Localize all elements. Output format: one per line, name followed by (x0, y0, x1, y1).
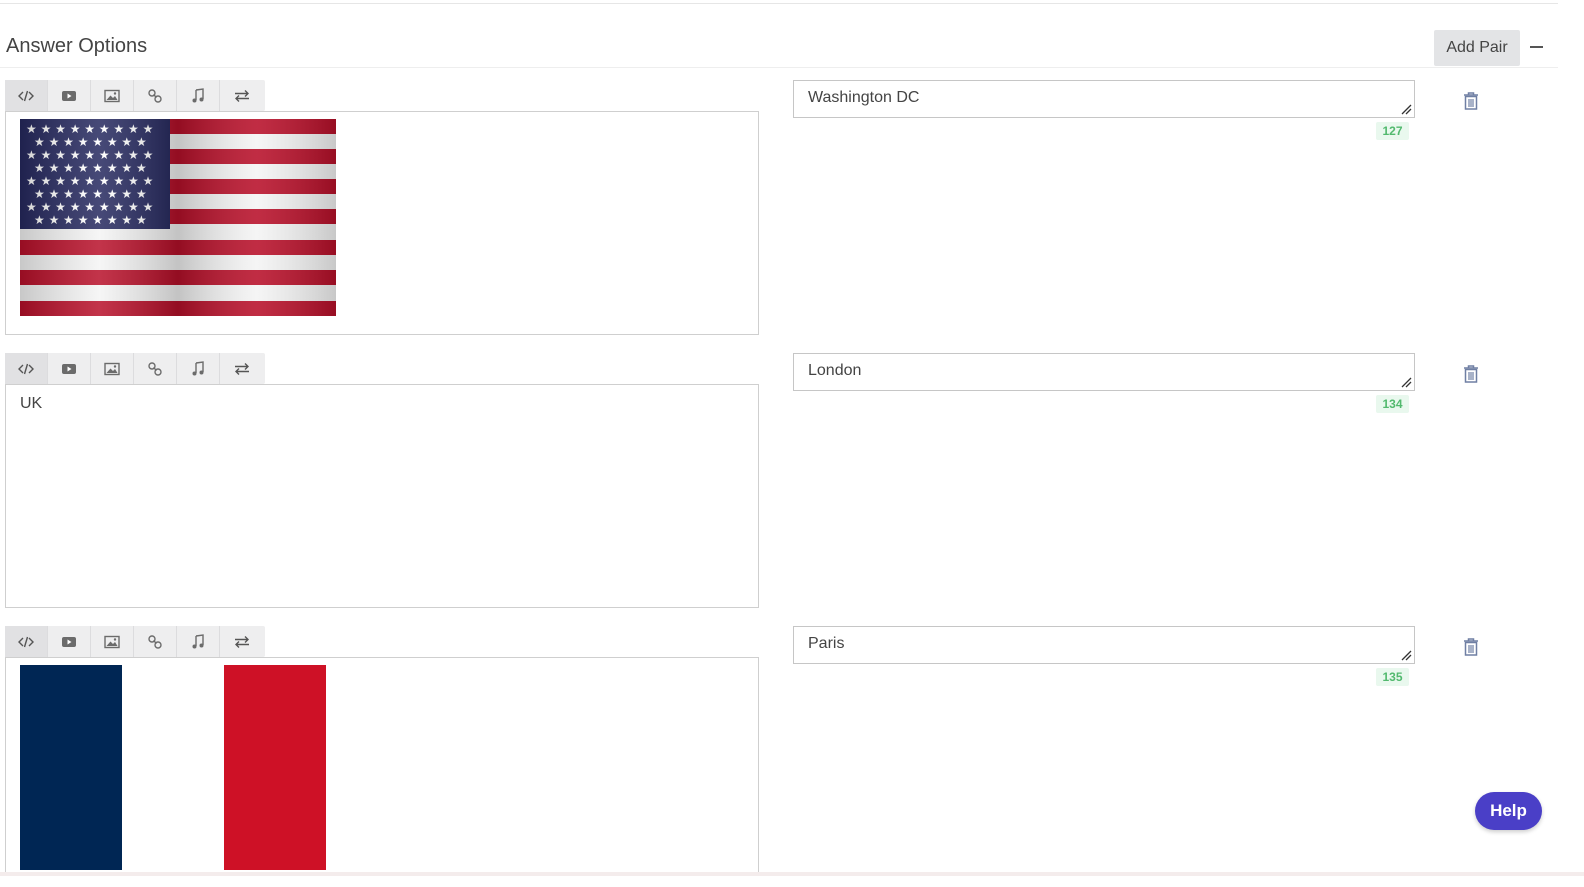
swap-icon[interactable] (220, 353, 263, 384)
link-icon[interactable] (134, 626, 177, 657)
video-icon[interactable] (48, 626, 91, 657)
image-icon[interactable] (91, 80, 134, 111)
header-divider (0, 67, 1558, 68)
audio-icon[interactable] (177, 80, 220, 111)
answer-input[interactable]: London (793, 353, 1415, 391)
image-icon[interactable] (91, 353, 134, 384)
answer-input[interactable]: Paris (793, 626, 1415, 664)
code-icon[interactable] (5, 626, 48, 657)
minus-icon[interactable] (1530, 46, 1543, 48)
video-icon[interactable] (48, 80, 91, 111)
code-icon[interactable] (5, 80, 48, 111)
option-editor[interactable]: ★ ★ ★ ★ ★ ★ ★ ★ ★ ★ ★ ★ ★ ★ ★ ★ ★ ★ ★ ★ … (5, 111, 759, 335)
swap-icon[interactable] (220, 626, 263, 657)
resize-handle-icon[interactable] (1401, 650, 1412, 661)
france-flag-image (20, 665, 326, 870)
character-count-badge: 127 (1376, 122, 1409, 140)
option-text: UK (20, 395, 43, 412)
audio-icon[interactable] (177, 353, 220, 384)
swap-icon[interactable] (220, 80, 263, 111)
answer-value: Washington DC (808, 89, 920, 106)
option-editor[interactable] (5, 657, 759, 876)
option-editor[interactable]: UK (5, 384, 759, 608)
answer-pair-row: UK London 134 (0, 353, 1584, 623)
character-count-badge: 135 (1376, 668, 1409, 686)
video-icon[interactable] (48, 353, 91, 384)
link-icon[interactable] (134, 353, 177, 384)
trash-icon[interactable] (1462, 364, 1480, 384)
section-title: Answer Options (6, 35, 148, 57)
link-icon[interactable] (134, 80, 177, 111)
editor-toolbar (5, 626, 265, 657)
answer-value: Paris (808, 635, 845, 652)
usa-flag-image: ★ ★ ★ ★ ★ ★ ★ ★ ★ ★ ★ ★ ★ ★ ★ ★ ★ ★ ★ ★ … (20, 119, 336, 316)
editor-toolbar (5, 353, 265, 384)
answer-input[interactable]: Washington DC (793, 80, 1415, 118)
code-icon[interactable] (5, 353, 48, 384)
add-pair-button[interactable]: Add Pair (1434, 30, 1520, 66)
trash-icon[interactable] (1462, 91, 1480, 111)
top-divider (0, 3, 1558, 4)
answer-pair-row: Paris 135 (0, 626, 1584, 876)
image-icon[interactable] (91, 626, 134, 657)
character-count-badge: 134 (1376, 395, 1409, 413)
editor-toolbar (5, 80, 265, 111)
resize-handle-icon[interactable] (1401, 377, 1412, 388)
answer-pair-row: ★ ★ ★ ★ ★ ★ ★ ★ ★ ★ ★ ★ ★ ★ ★ ★ ★ ★ ★ ★ … (0, 80, 1584, 350)
trash-icon[interactable] (1462, 637, 1480, 657)
resize-handle-icon[interactable] (1401, 104, 1412, 115)
bottom-divider (0, 872, 1584, 876)
help-button[interactable]: Help (1475, 792, 1542, 830)
answer-value: London (808, 362, 862, 379)
audio-icon[interactable] (177, 626, 220, 657)
